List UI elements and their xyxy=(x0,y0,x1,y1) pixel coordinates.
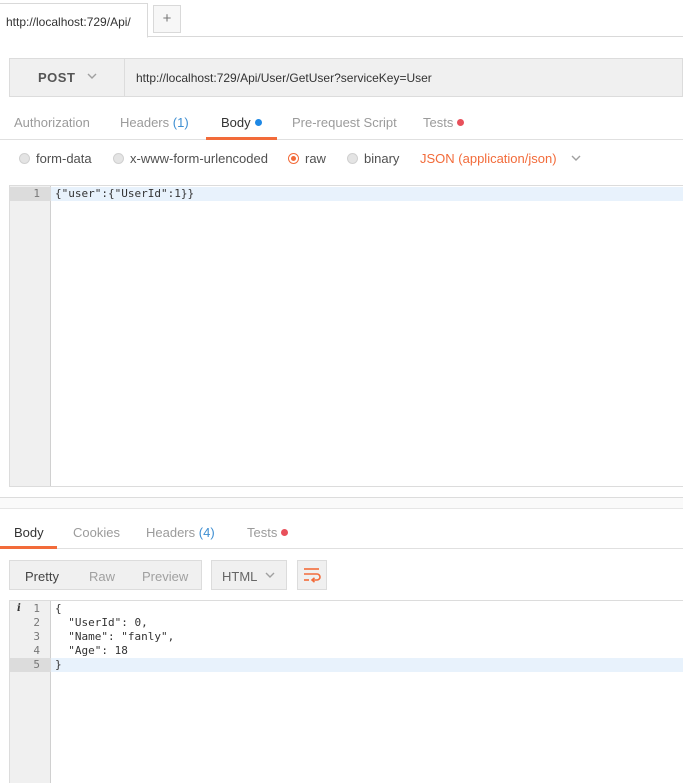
radio-circle xyxy=(347,153,358,164)
view-raw-button[interactable]: Raw xyxy=(89,569,115,584)
code-line: 5 } xyxy=(10,658,683,672)
tab-tests-label: Tests xyxy=(423,115,454,130)
tab-authorization[interactable]: Authorization xyxy=(14,115,90,130)
code-text: "Name": "fanly", xyxy=(55,630,175,643)
content-type-label: JSON (application/json) xyxy=(420,151,557,166)
tab-body-label: Body xyxy=(221,115,251,130)
chevron-down-icon xyxy=(570,152,582,166)
line-number: 2 xyxy=(33,616,40,629)
response-tab-cookies[interactable]: Cookies xyxy=(73,525,120,540)
new-tab-button[interactable]: + xyxy=(153,5,181,33)
active-tab-underline xyxy=(206,137,277,140)
code-text: {"user":{"UserId":1}} xyxy=(55,187,195,200)
line-number: 1 xyxy=(33,602,40,615)
wrap-lines-button[interactable] xyxy=(297,560,327,590)
response-tab-body[interactable]: Body xyxy=(14,525,44,540)
chevron-down-icon xyxy=(86,70,98,85)
code-text: "UserId": 0, xyxy=(55,616,148,629)
code-line: 1 {"user":{"UserId":1}} xyxy=(10,187,683,201)
method-select[interactable]: POST xyxy=(10,59,125,96)
radio-circle-selected xyxy=(288,153,299,164)
radio-urlencoded-label: x-www-form-urlencoded xyxy=(130,151,268,166)
tab-strip: http://localhost:729/Api/ + xyxy=(0,0,683,38)
response-tab-tests[interactable]: Tests xyxy=(247,525,289,540)
url-bar: POST http://localhost:729/Api/User/GetUs… xyxy=(9,58,683,97)
request-body-editor[interactable]: 1 {"user":{"UserId":1}} xyxy=(9,185,683,487)
tab-body[interactable]: Body xyxy=(221,115,262,130)
method-label: POST xyxy=(38,70,76,85)
response-view-mode: Pretty Raw Preview xyxy=(9,560,202,590)
response-headers-count: (4) xyxy=(198,525,215,540)
view-preview-button[interactable]: Preview xyxy=(142,569,188,584)
response-tab-headers-label: Headers xyxy=(146,525,196,540)
wrap-lines-icon xyxy=(298,568,326,592)
code-line: 4 "Age": 18 xyxy=(10,644,683,658)
code-text: } xyxy=(55,658,62,671)
tab-request[interactable]: http://localhost:729/Api/ xyxy=(0,3,148,38)
tab-headers-label: Headers xyxy=(120,115,170,130)
code-line: 2 "UserId": 0, xyxy=(10,616,683,630)
active-response-tab-underline xyxy=(0,546,57,549)
chevron-down-icon xyxy=(264,569,276,584)
line-number: 3 xyxy=(33,630,40,643)
view-pretty-button[interactable]: Pretty xyxy=(25,569,59,584)
request-tabs: Authorization Headers (1) Body Pre-reque… xyxy=(0,107,683,140)
pane-separator[interactable] xyxy=(0,497,683,509)
tab-tests[interactable]: Tests xyxy=(423,115,465,130)
tab-prerequest-script[interactable]: Pre-request Script xyxy=(292,115,397,130)
code-text: "Age": 18 xyxy=(55,644,128,657)
tests-indicator-dot xyxy=(457,119,465,126)
response-tab-tests-label: Tests xyxy=(247,525,278,540)
editor-gutter xyxy=(10,186,51,486)
url-input[interactable]: http://localhost:729/Api/User/GetUser?se… xyxy=(136,71,432,85)
headers-count: (1) xyxy=(172,115,189,130)
code-line: 3 "Name": "fanly", xyxy=(10,630,683,644)
response-body-viewer[interactable]: i 1 { 2 "UserId": 0, 3 "Name": "fanly", … xyxy=(9,600,683,783)
tab-headers[interactable]: Headers (1) xyxy=(120,115,189,130)
response-format-label: HTML xyxy=(222,569,258,584)
radio-binary-label: binary xyxy=(364,151,400,166)
body-indicator-dot xyxy=(254,119,262,126)
code-line: i 1 { xyxy=(10,602,683,616)
radio-circle xyxy=(113,153,124,164)
response-tab-headers[interactable]: Headers (4) xyxy=(146,525,215,540)
radio-circle xyxy=(19,153,30,164)
line-number: 4 xyxy=(33,644,40,657)
response-tests-dot xyxy=(281,529,289,536)
content-type-select[interactable]: JSON (application/json) xyxy=(420,151,582,166)
radio-form-data[interactable]: form-data xyxy=(19,151,92,166)
radio-raw-label: raw xyxy=(305,151,326,166)
radio-binary[interactable]: binary xyxy=(347,151,399,166)
line-number: 1 xyxy=(10,187,51,201)
response-tabs: Body Cookies Headers (4) Tests xyxy=(0,517,683,549)
body-type-options: form-data x-www-form-urlencoded raw bina… xyxy=(0,146,683,172)
radio-raw[interactable]: raw xyxy=(288,151,326,166)
line-number: 5 xyxy=(10,658,51,672)
response-format-select[interactable]: HTML xyxy=(211,560,287,590)
code-text: { xyxy=(55,602,62,615)
radio-form-data-label: form-data xyxy=(36,151,92,166)
radio-urlencoded[interactable]: x-www-form-urlencoded xyxy=(113,151,268,166)
